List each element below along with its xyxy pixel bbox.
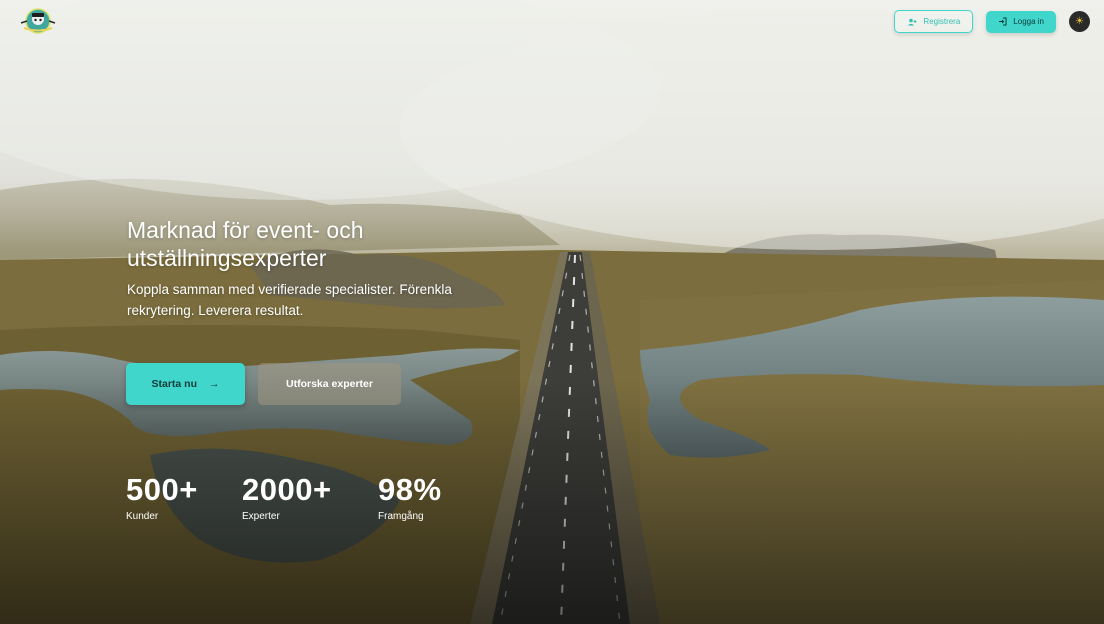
login-label: Logga in	[1013, 17, 1044, 26]
hero-title: Marknad för event- och utställningsexper…	[127, 217, 364, 272]
stat-label: Framgång	[378, 511, 424, 522]
header-actions: Registrera Logga in ☀	[894, 10, 1090, 33]
login-button[interactable]: Logga in	[986, 10, 1056, 33]
stat-success: 98% Framgång	[378, 472, 442, 524]
logo[interactable]	[18, 6, 58, 36]
register-label: Registrera	[923, 17, 961, 26]
register-button[interactable]: Registrera	[894, 10, 974, 33]
sun-icon: ☀	[1075, 16, 1084, 27]
stat-label: Experter	[242, 511, 280, 522]
user-plus-icon	[907, 18, 917, 26]
start-now-label: Starta nu	[151, 378, 197, 390]
login-arrow-icon	[998, 17, 1007, 26]
stat-value: 98%	[378, 472, 442, 507]
mascot-logo-icon	[20, 8, 56, 34]
explore-experts-button[interactable]: Utforska experter	[258, 363, 401, 405]
stat-experts: 2000+ Experter	[242, 472, 332, 524]
stat-value: 500+	[126, 472, 198, 507]
theme-toggle-button[interactable]: ☀	[1069, 11, 1090, 32]
start-now-button[interactable]: Starta nu →	[126, 363, 245, 405]
stat-customers: 500+ Kunder	[126, 472, 198, 524]
stat-value: 2000+	[242, 472, 332, 507]
explore-experts-label: Utforska experter	[286, 378, 373, 390]
hero-subtitle: Koppla samman med verifierade specialist…	[127, 282, 452, 318]
arrow-right-icon: →	[209, 378, 220, 390]
stat-label: Kunder	[126, 511, 159, 522]
